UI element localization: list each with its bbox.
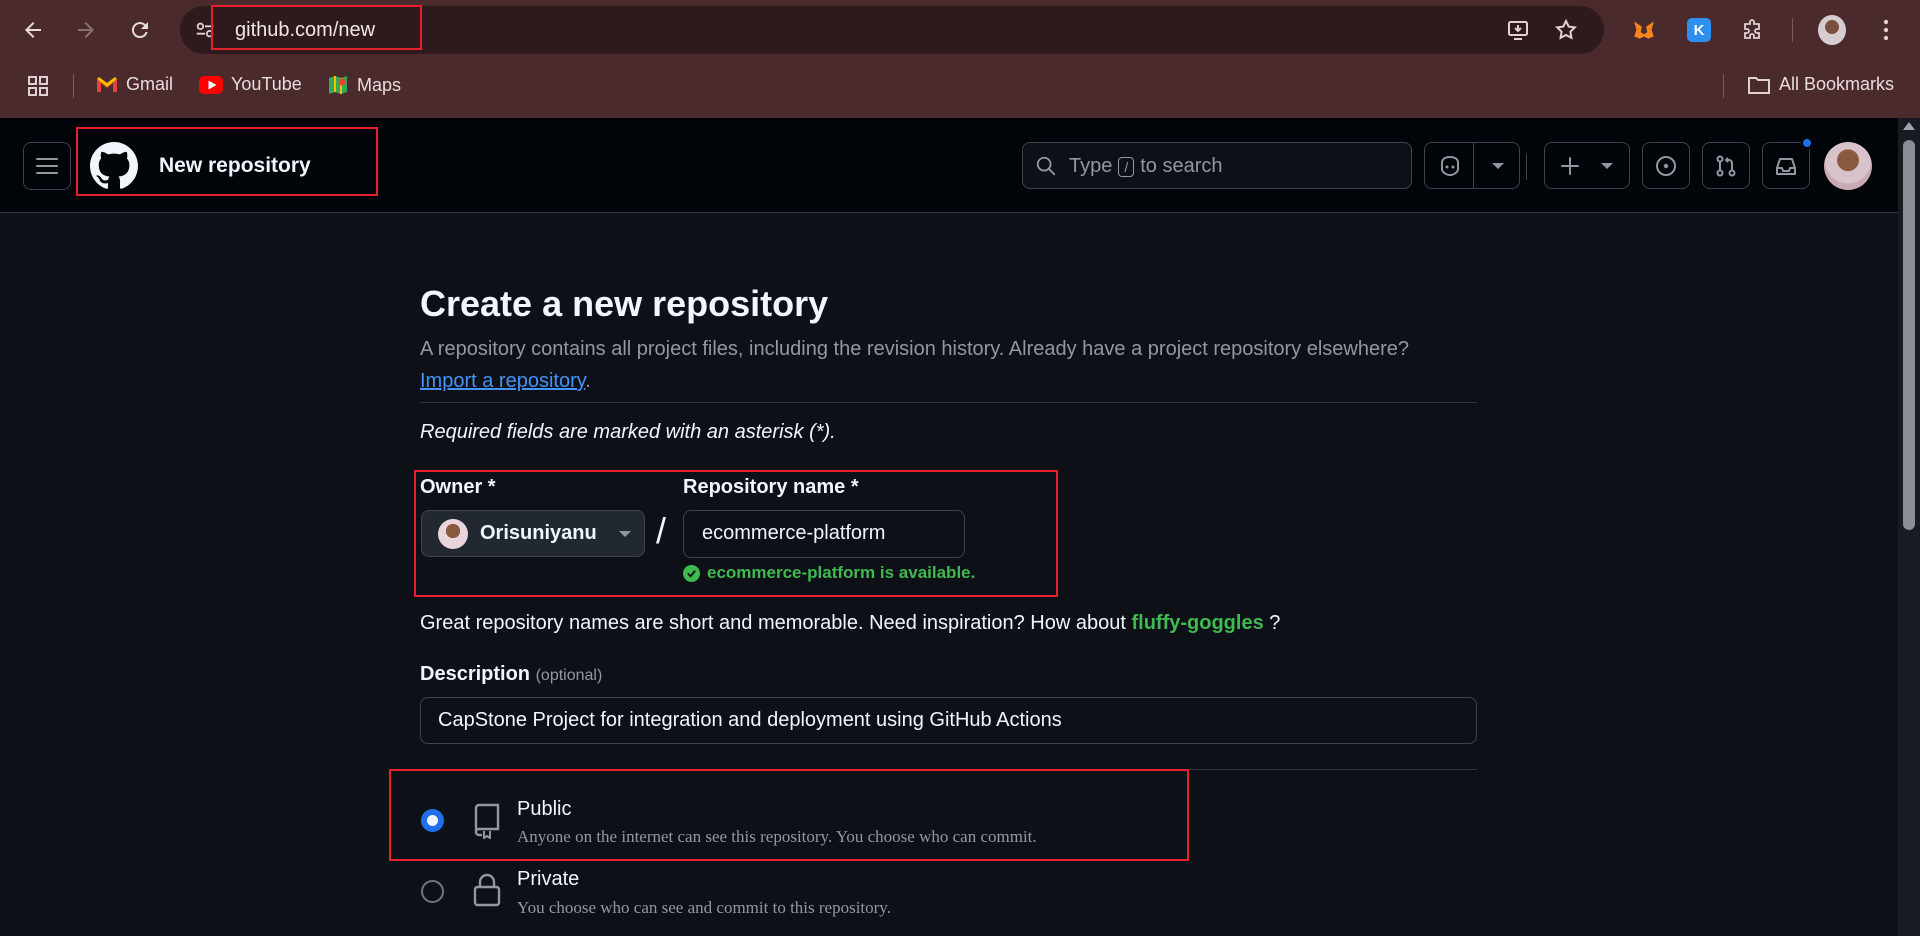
split-divider [1473, 143, 1474, 188]
bookmark-maps[interactable]: Maps [327, 74, 401, 96]
bookmark-youtube[interactable]: YouTube [199, 74, 302, 95]
import-suffix: . [585, 370, 591, 392]
forward-button[interactable] [68, 12, 104, 48]
back-arrow-icon [25, 22, 41, 38]
pull-request-icon [1716, 155, 1736, 176]
github-header: New repository Type / to search [0, 118, 1898, 213]
description-input[interactable]: CapStone Project for integration and dep… [420, 697, 1477, 744]
suggest-text: Great repository names are short and mem… [420, 612, 1126, 634]
gmail-icon [97, 76, 117, 92]
browser-menu-icon[interactable] [1872, 16, 1900, 44]
divider [420, 402, 1477, 403]
reload-button[interactable] [122, 12, 158, 48]
owner-repo-highlight-box [414, 470, 1058, 597]
name-suggestion: Great repository names are short and mem… [420, 612, 1280, 635]
url-highlight-box [211, 5, 422, 50]
scroll-thumb[interactable] [1903, 140, 1915, 530]
description-label: Description (optional) [420, 663, 602, 686]
inbox-button[interactable] [1762, 137, 1813, 189]
youtube-icon [199, 75, 223, 94]
bookmark-label: Gmail [126, 74, 174, 94]
bookmark-label: YouTube [231, 74, 302, 94]
form-heading: Create a new repository [420, 283, 829, 324]
bookmarks-bar: Gmail YouTube Maps All Bookmarks [0, 66, 1920, 106]
all-bookmarks-label: All Bookmarks [1779, 74, 1895, 94]
search-shortcut-key: / [1118, 156, 1135, 177]
chevron-down-icon[interactable] [1492, 163, 1504, 169]
private-description: You choose who can see and commit to thi… [517, 898, 891, 917]
create-new-button[interactable] [1544, 142, 1630, 189]
issues-icon [1656, 155, 1676, 176]
reload-icon [131, 22, 148, 39]
copilot-button[interactable] [1424, 142, 1520, 189]
bookmark-gmail[interactable]: Gmail [96, 74, 173, 95]
optional-tag: (optional) [535, 667, 603, 684]
toolbar-divider [1792, 18, 1793, 42]
bookmark-divider [1723, 74, 1724, 98]
bookmark-label: Maps [357, 74, 402, 95]
scroll-up-icon[interactable] [1903, 122, 1915, 130]
subtitle-text: A repository contains all project files,… [420, 338, 1410, 360]
search-placeholder: Type / to search [1069, 155, 1223, 178]
plus-icon [1561, 157, 1579, 175]
search-icon [1036, 156, 1056, 176]
all-bookmarks-button[interactable]: All Bookmarks [1747, 74, 1894, 95]
page-scrollbar[interactable] [1898, 118, 1920, 936]
forward-arrow-icon [78, 22, 94, 38]
browser-chrome: github.com/new K Gmail YouTube Maps All … [0, 0, 1920, 118]
import-repository-link[interactable]: Import a repository [420, 370, 585, 392]
hamburger-icon [36, 158, 58, 174]
user-avatar[interactable] [1824, 142, 1872, 190]
chevron-down-icon [1601, 163, 1613, 169]
bookmark-star-icon[interactable] [1554, 18, 1578, 42]
private-title: Private [517, 868, 580, 890]
extensions-puzzle-icon[interactable] [1739, 16, 1767, 44]
header-divider [1526, 154, 1527, 180]
profile-avatar[interactable] [1818, 15, 1846, 45]
suggested-name-button[interactable]: fluffy-goggles [1131, 612, 1263, 634]
search-prefix: Type [1069, 155, 1113, 177]
required-note: Required fields are marked with an aster… [420, 421, 836, 443]
form-subtitle: A repository contains all project files,… [420, 333, 1480, 397]
metamask-extension-icon[interactable] [1630, 16, 1658, 44]
k-extension-icon[interactable]: K [1685, 16, 1713, 44]
notification-dot [1801, 137, 1813, 149]
suggest-suffix: ? [1269, 612, 1281, 634]
search-suffix: to search [1140, 155, 1223, 177]
lock-icon [473, 873, 501, 907]
folder-icon [1748, 76, 1770, 94]
bookmark-divider [73, 74, 74, 98]
back-button[interactable] [15, 12, 51, 48]
description-label-text: Description [420, 663, 531, 685]
public-highlight-box [389, 769, 1189, 861]
private-radio[interactable] [421, 880, 444, 903]
title-highlight-box [76, 127, 378, 196]
menu-button[interactable] [23, 142, 71, 190]
install-app-icon[interactable] [1506, 18, 1530, 42]
search-input[interactable]: Type / to search [1022, 142, 1412, 189]
issues-button[interactable] [1642, 142, 1690, 189]
apps-grid-icon[interactable] [26, 74, 50, 98]
pull-requests-button[interactable] [1702, 142, 1750, 189]
maps-icon [329, 76, 347, 94]
inbox-icon [1776, 157, 1796, 175]
copilot-icon [1441, 155, 1459, 177]
